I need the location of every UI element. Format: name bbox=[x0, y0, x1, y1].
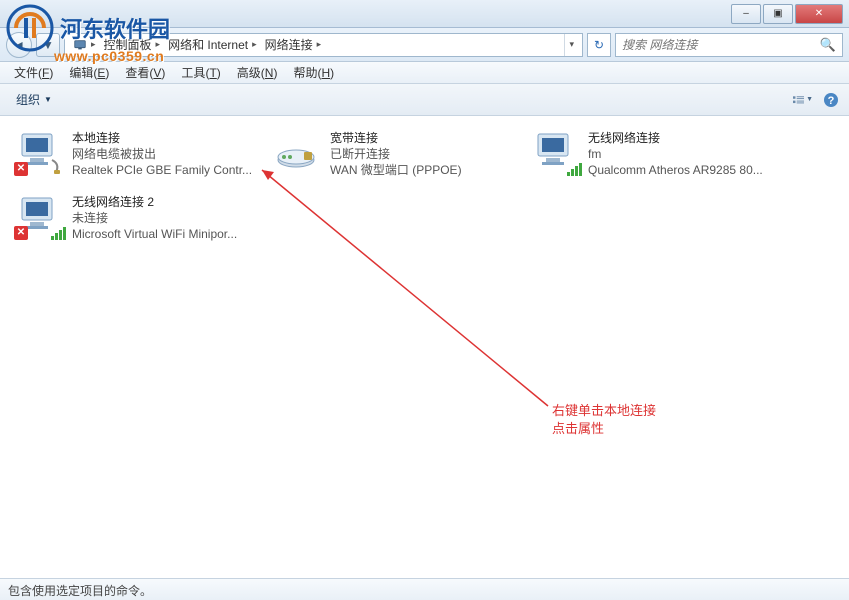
content-area: ✕ 本地连接 网络电缆被拔出 Realtek PCIe GBE Family C… bbox=[0, 116, 849, 578]
connection-device: Realtek PCIe GBE Family Contr... bbox=[72, 162, 252, 178]
close-button[interactable]: ✕ bbox=[795, 4, 843, 24]
window-titlebar: – ▣ ✕ bbox=[0, 0, 849, 28]
menu-view[interactable]: 查看(V) bbox=[117, 62, 173, 83]
help-icon[interactable]: ? bbox=[821, 90, 841, 110]
menu-help[interactable]: 帮助(H) bbox=[285, 62, 342, 83]
breadcrumb[interactable]: ▸ 控制面板▸ 网络和 Internet▸ 网络连接▸ ▾ bbox=[64, 33, 583, 57]
chevron-right-icon: ▸ bbox=[317, 39, 322, 50]
chevron-right-icon: ▸ bbox=[156, 39, 161, 50]
connection-item-local[interactable]: ✕ 本地连接 网络电缆被拔出 Realtek PCIe GBE Family C… bbox=[12, 124, 270, 184]
ethernet-icon: ✕ bbox=[16, 130, 64, 174]
connection-status: 已断开连接 bbox=[330, 146, 462, 162]
organize-button[interactable]: 组织 ▼ bbox=[8, 88, 60, 111]
search-input[interactable] bbox=[622, 38, 820, 52]
address-bar: ◄ ▼ ▸ 控制面板▸ 网络和 Internet▸ 网络连接▸ ▾ ↻ 🔍 bbox=[0, 28, 849, 62]
menu-file[interactable]: 文件(F) bbox=[6, 62, 61, 83]
connection-item-broadband[interactable]: 宽带连接 已断开连接 WAN 微型端口 (PPPOE) bbox=[270, 124, 528, 184]
svg-text:?: ? bbox=[828, 95, 835, 107]
maximize-button[interactable]: ▣ bbox=[763, 4, 793, 24]
connection-item-wifi-2[interactable]: ✕ 无线网络连接 2 未连接 Microsoft Virtual WiFi Mi… bbox=[12, 188, 270, 248]
modem-icon bbox=[274, 130, 322, 174]
breadcrumb-dropdown[interactable]: ▾ bbox=[564, 34, 578, 56]
connection-device: WAN 微型端口 (PPPOE) bbox=[330, 162, 462, 178]
wifi-signal-icon bbox=[51, 227, 66, 240]
nav-history-button[interactable]: ▼ bbox=[36, 33, 60, 57]
chevron-down-icon: ▼ bbox=[44, 95, 52, 104]
search-box[interactable]: 🔍 bbox=[615, 33, 843, 57]
status-bar: 包含使用选定项目的命令。 bbox=[0, 578, 849, 600]
toolbar: 组织 ▼ ▼ ? bbox=[0, 84, 849, 116]
breadcrumb-seg-0[interactable]: 控制面板▸ bbox=[100, 36, 165, 53]
connection-status: fm bbox=[588, 146, 763, 162]
connection-status: 网络电缆被拔出 bbox=[72, 146, 252, 162]
chevron-right-icon: ▸ bbox=[252, 39, 257, 50]
menu-advanced[interactable]: 高级(N) bbox=[229, 62, 286, 83]
chevron-down-icon: ▼ bbox=[806, 96, 813, 103]
connection-grid: ✕ 本地连接 网络电缆被拔出 Realtek PCIe GBE Family C… bbox=[12, 124, 837, 248]
connection-name: 本地连接 bbox=[72, 130, 252, 146]
breadcrumb-seg-1[interactable]: 网络和 Internet▸ bbox=[164, 36, 261, 53]
wifi-adapter-icon bbox=[532, 130, 580, 174]
disabled-badge-icon: ✕ bbox=[14, 162, 28, 176]
chevron-right-icon: ▸ bbox=[91, 39, 96, 50]
wifi-signal-icon bbox=[567, 163, 582, 176]
disabled-badge-icon: ✕ bbox=[14, 226, 28, 240]
view-mode-button[interactable]: ▼ bbox=[793, 90, 813, 110]
search-icon[interactable]: 🔍 bbox=[820, 37, 836, 53]
status-text: 包含使用选定项目的命令。 bbox=[8, 584, 152, 598]
connection-item-wifi[interactable]: 无线网络连接 fm Qualcomm Atheros AR9285 80... bbox=[528, 124, 786, 184]
breadcrumb-icon: ▸ bbox=[69, 38, 100, 52]
connection-name: 无线网络连接 2 bbox=[72, 194, 237, 210]
breadcrumb-seg-2[interactable]: 网络连接▸ bbox=[261, 36, 326, 53]
refresh-button[interactable]: ↻ bbox=[587, 33, 611, 57]
connection-name: 无线网络连接 bbox=[588, 130, 763, 146]
connection-device: Qualcomm Atheros AR9285 80... bbox=[588, 162, 763, 178]
annotation-text: 右键单击本地连接 点击属性 bbox=[552, 402, 656, 438]
menu-edit[interactable]: 编辑(E) bbox=[61, 62, 117, 83]
wifi-adapter-icon: ✕ bbox=[16, 194, 64, 238]
nav-back-button[interactable]: ◄ bbox=[6, 32, 32, 58]
minimize-button[interactable]: – bbox=[731, 4, 761, 24]
connection-device: Microsoft Virtual WiFi Minipor... bbox=[72, 226, 237, 242]
connection-name: 宽带连接 bbox=[330, 130, 462, 146]
connection-status: 未连接 bbox=[72, 210, 237, 226]
menu-tools[interactable]: 工具(T) bbox=[173, 62, 228, 83]
menu-bar: 文件(F) 编辑(E) 查看(V) 工具(T) 高级(N) 帮助(H) bbox=[0, 62, 849, 84]
